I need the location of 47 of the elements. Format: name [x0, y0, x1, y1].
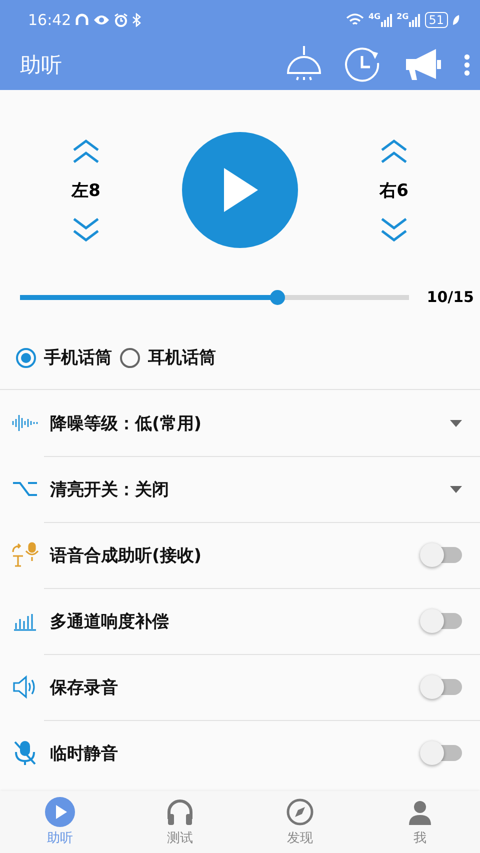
nav-tab[interactable]: 助听 [0, 791, 120, 853]
text-to-speech-icon [11, 542, 39, 568]
dropdown-arrow-icon[interactable] [450, 486, 462, 492]
right-volume-label: 右6 [380, 180, 408, 202]
chevron-down-icon[interactable] [379, 216, 409, 242]
dropdown-arrow-icon[interactable] [450, 420, 462, 426]
setting-label: 多通道响度补偿 [50, 610, 170, 632]
setting-label: 临时静音 [50, 742, 119, 764]
nav-tab[interactable]: 测试 [120, 791, 240, 853]
microphone-radio[interactable]: 手机话筒 [16, 346, 112, 369]
mic-muted-icon [13, 740, 37, 766]
megaphone-icon[interactable] [404, 48, 442, 82]
chevron-down-icon[interactable] [71, 216, 101, 242]
status-time: 16:42 [28, 11, 72, 29]
more-icon[interactable] [464, 54, 470, 76]
chevron-up-icon[interactable] [379, 138, 409, 164]
compass-icon [285, 797, 315, 827]
microphone-radio[interactable]: 耳机话筒 [120, 346, 216, 369]
alarm-icon [114, 13, 128, 27]
slider-thumb[interactable] [270, 290, 285, 304]
left-volume-label: 左8 [72, 180, 100, 202]
option-key-icon [12, 481, 38, 497]
eye-icon [93, 14, 110, 26]
signal-icon [380, 13, 393, 27]
setting-label: 降噪等级：低(常用) [50, 412, 203, 434]
network-label: 2G [396, 13, 409, 21]
clock-icon[interactable] [344, 46, 382, 84]
nav-tab[interactable]: 发现 [240, 791, 360, 853]
speaker-icon [12, 675, 38, 699]
app-title: 助听 [20, 52, 63, 79]
chevron-up-icon[interactable] [71, 138, 101, 164]
play-icon [45, 797, 75, 827]
setting-label: 保存录音 [50, 676, 119, 698]
battery-level: 51 [424, 12, 448, 28]
headphones-icon [165, 797, 195, 827]
leaf-icon [452, 14, 460, 26]
signal-icon [408, 13, 421, 27]
wifi-icon [346, 13, 364, 27]
bar-chart-icon [13, 611, 37, 631]
network-label: 4G [368, 13, 381, 21]
setting-label: 清亮开关：关闭 [50, 478, 170, 500]
headphones-icon [75, 13, 90, 27]
setting-label: 语音合成助听(接收) [50, 544, 203, 566]
waveform-icon [12, 414, 38, 432]
nav-tab[interactable]: 我 [360, 791, 480, 853]
gain-reading: 10/15 [426, 288, 474, 306]
bluetooth-icon [132, 13, 142, 27]
